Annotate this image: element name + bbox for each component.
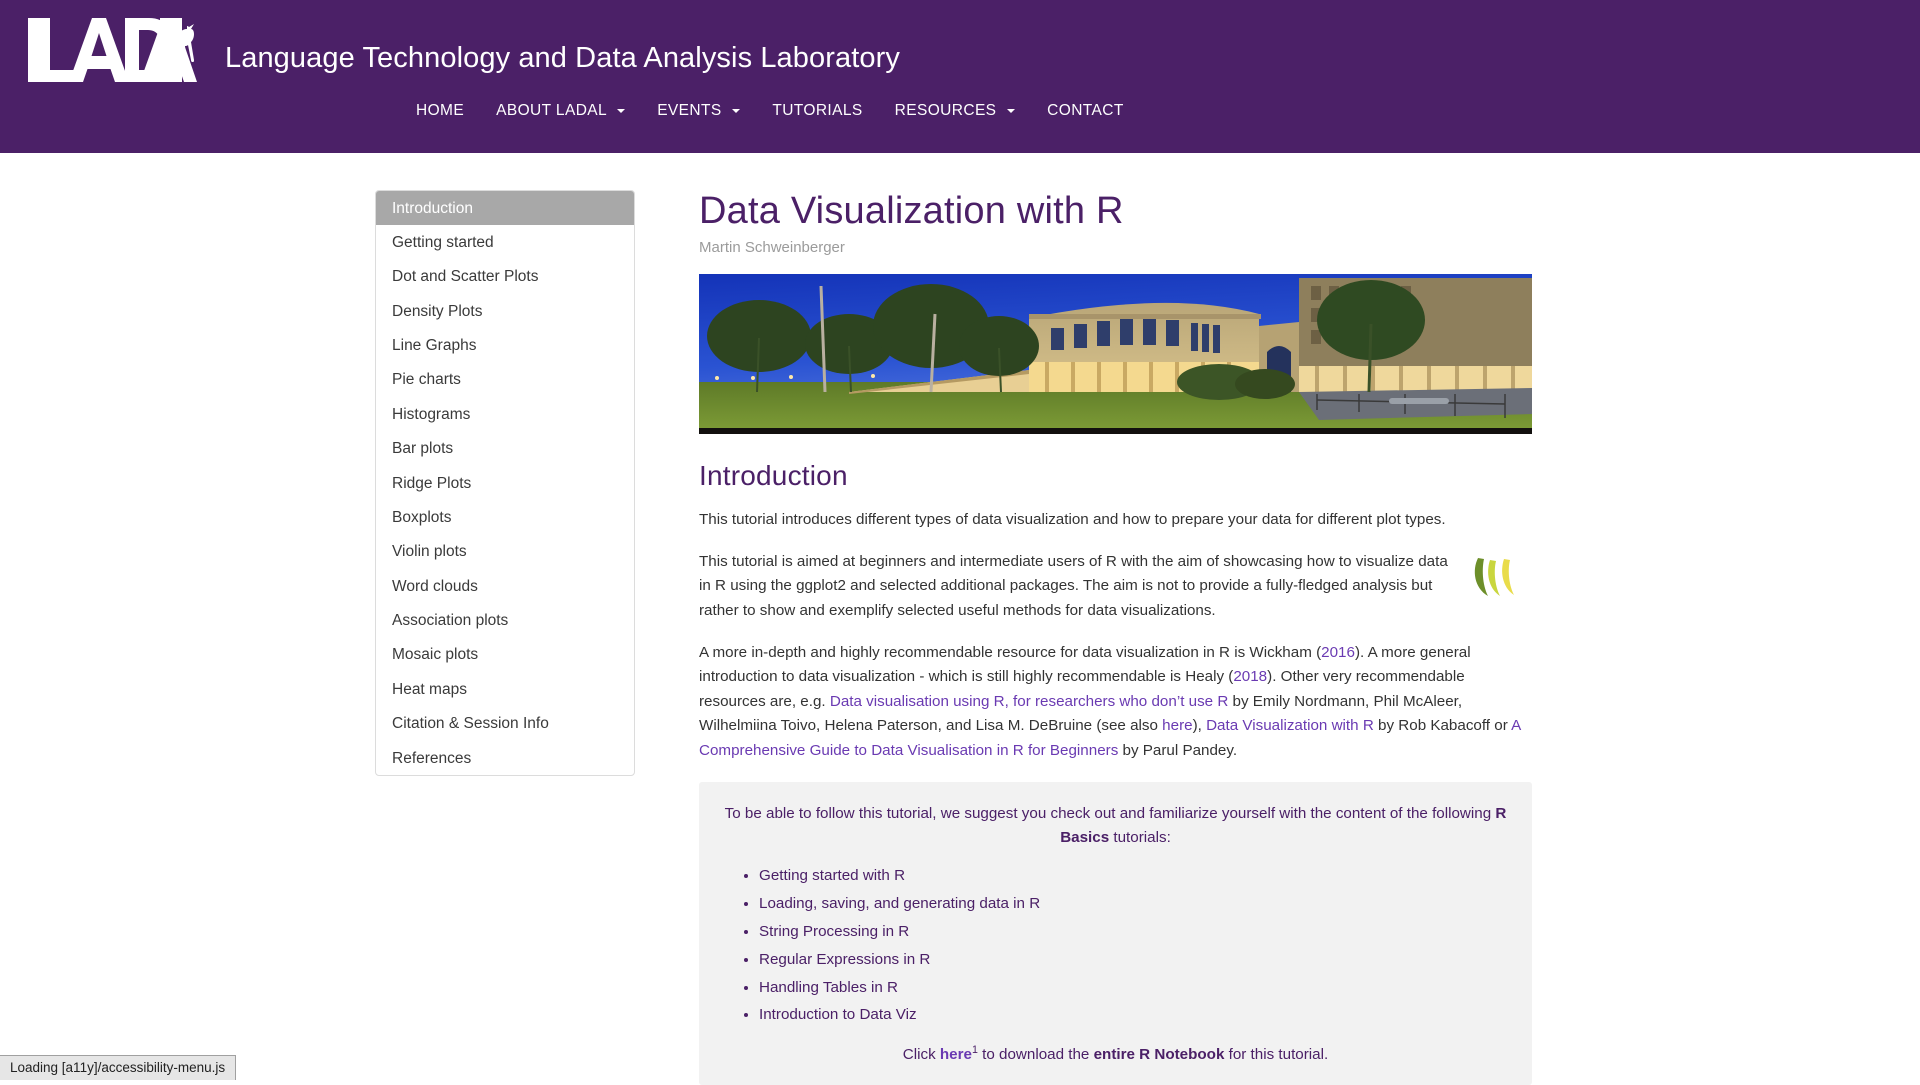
text-fragment: To be able to follow this tutorial, we s… — [724, 804, 1496, 822]
text-fragment: for this tutorial. — [1224, 1045, 1329, 1063]
nav-label: HOME — [416, 102, 465, 119]
download-notebook-line: Click here1 to download the entire R Not… — [723, 1042, 1508, 1067]
chevron-down-icon — [1007, 108, 1016, 113]
nav-label: ABOUT LADAL — [496, 102, 607, 119]
intro-paragraph-1: This tutorial introduces different types… — [699, 511, 1446, 528]
nav-label: CONTACT — [1047, 102, 1124, 119]
sidebar-item-label: Introduction — [392, 199, 473, 217]
author-name: Martin Schweinberger — [699, 239, 845, 256]
sidebar-item-citation-session-info[interactable]: Citation & Session Info — [376, 707, 634, 741]
bananas-illustration — [1466, 554, 1528, 607]
sidebar-item-label: Mosaic plots — [392, 646, 479, 664]
nav-item-events[interactable]: EVENTS — [641, 92, 756, 130]
sidebar-item-label: Boxplots — [392, 508, 452, 526]
link-data-visualization-with-r[interactable]: Data Visualization with R — [1206, 717, 1374, 734]
nav-item-home[interactable]: HOME — [400, 92, 480, 130]
sidebar-item-label: Word clouds — [392, 577, 478, 595]
link-data-visualisation-using-r[interactable]: Data visualisation using R, for research… — [830, 693, 1228, 710]
nav-label: RESOURCES — [894, 102, 997, 119]
sidebar-item-introduction[interactable]: Introduction — [376, 191, 634, 226]
sidebar-item-label: References — [392, 749, 472, 767]
nav-label: EVENTS — [657, 102, 722, 119]
text-fragment: by Rob Kabacoff or — [1373, 717, 1512, 735]
list-item[interactable]: Handling Tables in R — [759, 976, 1508, 1000]
text-fragment: A more in-depth and highly recommendable… — [699, 643, 1322, 661]
sidebar-item-getting-started[interactable]: Getting started — [376, 225, 634, 259]
banner-image — [699, 274, 1532, 434]
list-item[interactable]: Regular Expressions in R — [759, 948, 1508, 972]
sidebar-item-mosaic-plots[interactable]: Mosaic plots — [376, 638, 634, 672]
sidebar-item-label: Density Plots — [392, 302, 483, 320]
sidebar-item-label: Violin plots — [392, 543, 467, 561]
sidebar-item-association-plots[interactable]: Association plots — [376, 604, 634, 638]
brand-title: Language Technology and Data Analysis La… — [225, 41, 900, 74]
list-item[interactable]: String Processing in R — [759, 920, 1508, 944]
list-item[interactable]: Loading, saving, and generating data in … — [759, 892, 1508, 916]
link-healy-2018[interactable]: 2018 — [1233, 668, 1267, 685]
list-item[interactable]: Getting started with R — [759, 864, 1508, 888]
link-wickham-2016[interactable]: 2016 — [1321, 644, 1355, 661]
sidebar-item-label: Bar plots — [392, 440, 454, 458]
brand-block: Language Technology and Data Analysis La… — [0, 0, 1920, 86]
sidebar-item-label: Heat maps — [392, 680, 467, 698]
sidebar-item-label: Citation & Session Info — [392, 715, 549, 733]
sidebar-item-ridge-plots[interactable]: Ridge Plots — [376, 466, 634, 500]
sidebar-item-heat-maps[interactable]: Heat maps — [376, 672, 634, 706]
text-fragment: Click — [902, 1045, 940, 1063]
nav-item-about-ladal[interactable]: ABOUT LADAL — [480, 92, 641, 130]
text-fragment: by Parul Pandey. — [1118, 742, 1238, 759]
page-title: Data Visualization with R — [699, 190, 1124, 232]
site-header: Language Technology and Data Analysis La… — [0, 0, 1920, 153]
ladal-logo[interactable] — [22, 14, 197, 86]
sidebar-item-references[interactable]: References — [376, 741, 634, 775]
intro-paragraph-3: A more in-depth and highly recommendable… — [699, 641, 1532, 764]
table-of-contents: Introduction Getting started Dot and Sca… — [375, 190, 635, 777]
text-fragment: ), — [1192, 717, 1207, 735]
intro-paragraph-2: This tutorial is aimed at beginners and … — [699, 552, 1448, 619]
notebook-label: entire R Notebook — [1093, 1045, 1225, 1063]
prerequisites-callout: To be able to follow this tutorial, we s… — [699, 781, 1532, 1085]
sidebar-item-label: Association plots — [392, 612, 509, 629]
nav-item-resources[interactable]: RESOURCES — [879, 92, 1032, 130]
sidebar-item-pie-charts[interactable]: Pie charts — [376, 363, 634, 397]
sidebar-item-label: Pie charts — [392, 371, 461, 389]
link-here[interactable]: here — [1162, 717, 1192, 734]
sidebar-item-label: Ridge Plots — [392, 474, 472, 492]
nav-label: TUTORIALS — [772, 102, 863, 119]
list-item[interactable]: Introduction to Data Viz — [759, 1003, 1508, 1027]
sidebar-column: Introduction Getting started Dot and Sca… — [375, 190, 643, 1085]
sidebar-item-line-graphs[interactable]: Line Graphs — [376, 329, 634, 363]
sidebar-item-label: Histograms — [392, 405, 471, 423]
nav-item-contact[interactable]: CONTACT — [1031, 92, 1140, 130]
sidebar-item-label: Getting started — [392, 233, 494, 251]
chevron-down-icon — [732, 108, 741, 113]
sidebar-item-boxplots[interactable]: Boxplots — [376, 500, 634, 534]
callout-intro: To be able to follow this tutorial, we s… — [723, 802, 1508, 851]
sidebar-item-bar-plots[interactable]: Bar plots — [376, 432, 634, 466]
sidebar-item-density-plots[interactable]: Density Plots — [376, 294, 634, 328]
sidebar-item-label: Line Graphs — [392, 337, 477, 354]
main-content: Data Visualization with R Martin Schwein… — [699, 190, 1532, 1085]
download-here-link[interactable]: here — [940, 1046, 972, 1063]
sidebar-item-violin-plots[interactable]: Violin plots — [376, 535, 634, 569]
sidebar-item-dot-and-scatter-plots[interactable]: Dot and Scatter Plots — [376, 260, 634, 294]
nav-item-tutorials[interactable]: TUTORIALS — [756, 92, 878, 130]
sidebar-item-histograms[interactable]: Histograms — [376, 397, 634, 431]
text-fragment: tutorials: — [1109, 828, 1171, 846]
sidebar-item-word-clouds[interactable]: Word clouds — [376, 569, 634, 603]
status-bar: Loading [a11y]/accessibility-menu.js — [0, 1055, 237, 1080]
main-nav: HOME ABOUT LADAL EVENTS TUTORIALS RESOUR… — [0, 92, 1920, 130]
text-fragment: to download the — [977, 1045, 1094, 1063]
page-body: Introduction Getting started Dot and Sca… — [0, 153, 1920, 1085]
prerequisite-list: Getting started with R Loading, saving, … — [723, 864, 1508, 1027]
sidebar-item-label: Dot and Scatter Plots — [392, 268, 539, 286]
section-heading-introduction: Introduction — [699, 460, 848, 491]
chevron-down-icon — [617, 108, 626, 113]
